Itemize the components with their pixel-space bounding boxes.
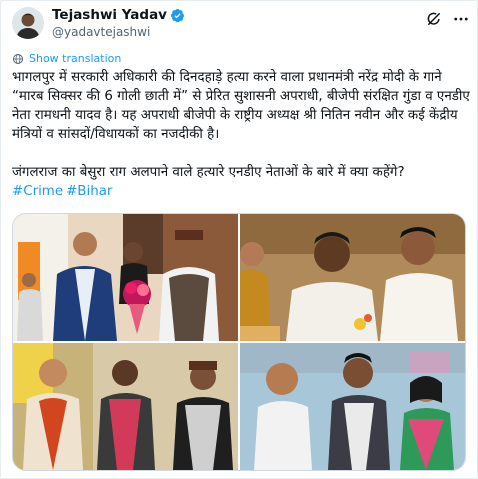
grok-icon[interactable] bbox=[425, 10, 443, 28]
show-translation-label[interactable]: Show translation bbox=[29, 52, 121, 65]
photo-1[interactable] bbox=[13, 214, 238, 341]
author-handle[interactable]: @yadavtejashwi bbox=[52, 25, 150, 39]
photo-2[interactable] bbox=[240, 214, 465, 341]
hashtags: #Crime #Bihar bbox=[12, 182, 470, 201]
photo-4[interactable] bbox=[240, 343, 465, 470]
tweet-text: भागलपुर में सरकारी अधिकारी की दिनदहाड़े … bbox=[12, 68, 470, 201]
show-translation-link[interactable]: Show translation bbox=[12, 52, 121, 65]
author-name[interactable]: Tejashwi Yadav bbox=[52, 7, 167, 23]
tweet-paragraph-1: भागलपुर में सरकारी अधिकारी की दिनदहाड़े … bbox=[12, 70, 470, 142]
tweet-card: Tejashwi Yadav @yadavtejashwi Show trans… bbox=[0, 0, 478, 479]
avatar[interactable] bbox=[12, 7, 44, 39]
media-grid bbox=[12, 213, 466, 471]
tweet-paragraph-2: जंगलराज का बेसुरा राग अलपाने वाले हत्यार… bbox=[12, 165, 405, 180]
globe-icon bbox=[13, 53, 23, 64]
hashtag-bihar[interactable]: #Bihar bbox=[66, 184, 112, 199]
photo-3[interactable] bbox=[13, 343, 238, 470]
author-name-row: Tejashwi Yadav bbox=[52, 7, 185, 23]
more-options-icon[interactable] bbox=[452, 10, 470, 28]
verified-badge-icon bbox=[170, 8, 185, 22]
hashtag-crime[interactable]: #Crime bbox=[12, 184, 63, 199]
